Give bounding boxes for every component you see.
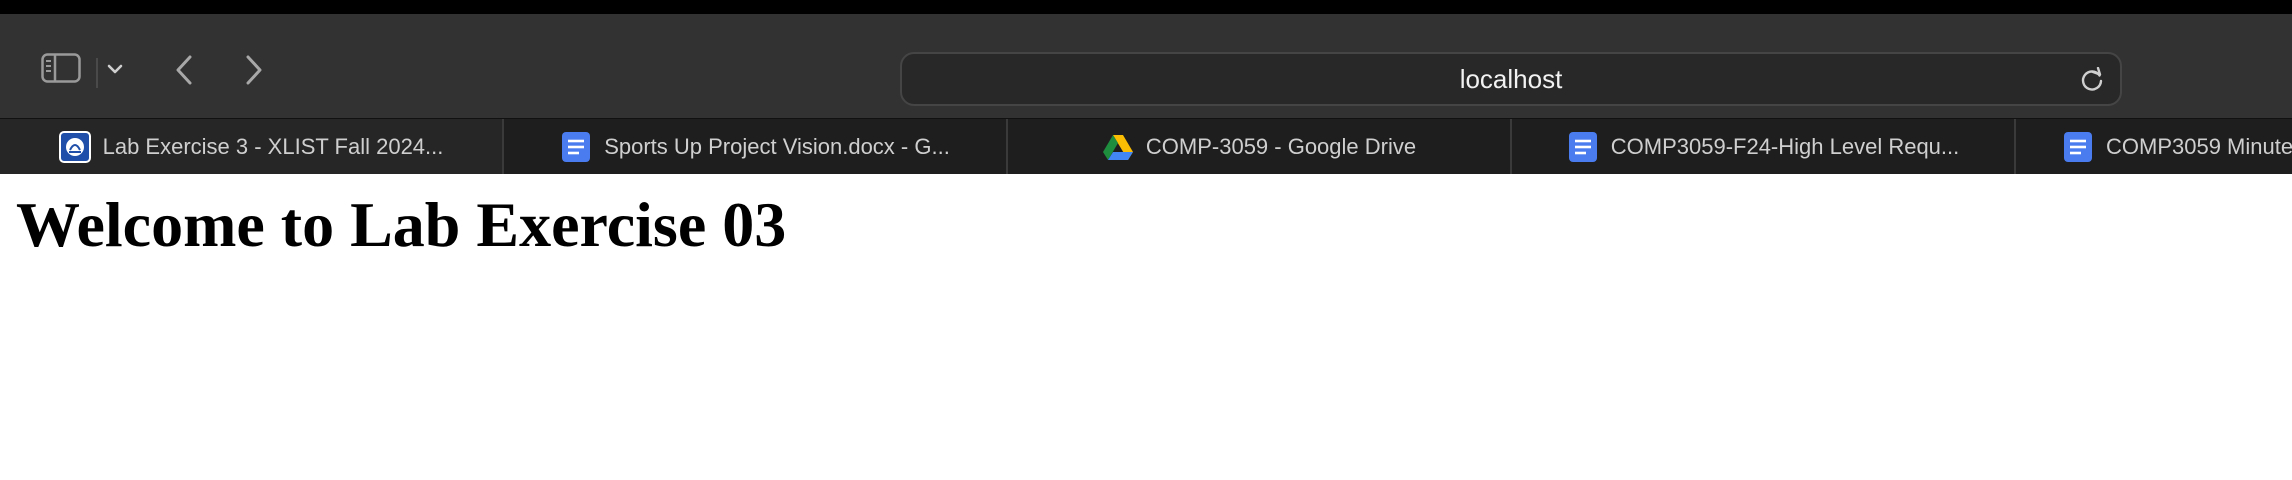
tab-high-level-requirements[interactable]: COMP3059-F24-High Level Requ... [1512,119,2016,174]
window-top-strip [0,0,2292,14]
browser-toolbar: localhost [0,14,2292,118]
page-heading: Welcome to Lab Exercise 03 [16,189,787,260]
google-docs-icon [2062,131,2094,163]
reload-icon [2081,67,2103,91]
toolbar-divider [96,58,98,88]
page-content: Welcome to Lab Exercise 03 [0,174,2292,480]
tab-label: Sports Up Project Vision.docx - G... [604,134,950,159]
sidebar-toggle-button[interactable] [38,48,84,88]
tab-label: Lab Exercise 3 - XLIST Fall 2024... [102,134,444,159]
chevron-left-icon [176,55,192,85]
tab-group-dropdown-button[interactable] [102,54,128,84]
tab-google-drive[interactable]: COMP-3059 - Google Drive [1008,119,1512,174]
back-button[interactable] [166,50,202,90]
tab-bar: Lab Exercise 3 - XLIST Fall 2024... Spor… [0,118,2292,174]
address-text[interactable]: localhost [902,54,2120,104]
tab-minutes[interactable]: COMP3059 Minutes [2016,119,2292,174]
tab-label: COMP3059 Minutes [2106,134,2292,159]
address-bar[interactable]: localhost [900,52,2122,106]
tab-label: COMP3059-F24-High Level Requ... [1610,134,1960,159]
tab-label: COMP-3059 - Google Drive [1145,134,1417,159]
chevron-down-icon [107,64,123,74]
tab-sports-up-vision[interactable]: Sports Up Project Vision.docx - G... [504,119,1008,174]
google-docs-icon [1567,131,1599,163]
sidebar-icon [41,53,81,83]
google-drive-icon [1102,131,1134,163]
forward-button[interactable] [236,50,272,90]
reload-button[interactable] [2078,66,2106,94]
google-docs-icon [560,131,592,163]
chevron-right-icon [246,55,262,85]
crest-favicon-icon [58,131,91,163]
tab-lab-exercise[interactable]: Lab Exercise 3 - XLIST Fall 2024... [0,119,504,174]
